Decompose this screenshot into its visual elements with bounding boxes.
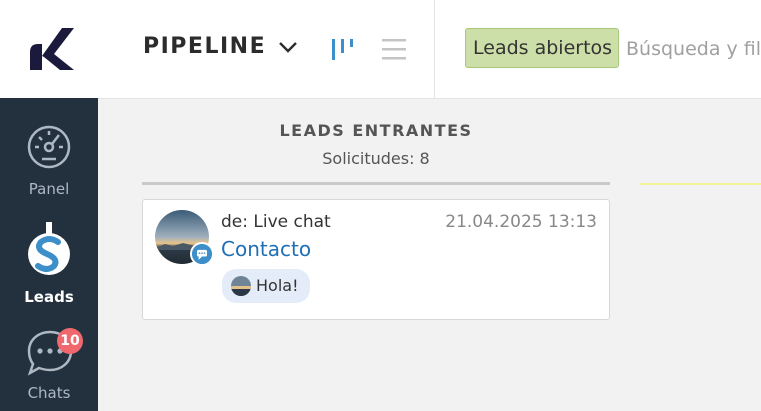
pipeline-dropdown[interactable]: PIPELINE xyxy=(143,34,298,59)
last-message-bubble[interactable]: Hola! xyxy=(222,269,311,303)
sidebar-item-label: Panel xyxy=(28,180,70,198)
header-divider xyxy=(434,0,435,98)
search-input[interactable] xyxy=(626,30,761,68)
dashboard-gauge-icon xyxy=(27,125,71,169)
column-count: Solicitudes: 8 xyxy=(322,149,430,168)
top-bar: PIPELINE Leads abiertos xyxy=(0,0,761,99)
board-view-icon[interactable] xyxy=(330,36,356,62)
chat-channel-icon xyxy=(190,242,214,266)
contact-link[interactable]: Contacto xyxy=(221,237,311,261)
lead-card[interactable]: de: Live chat 21.04.2025 13:13 Contacto … xyxy=(142,199,610,320)
last-message-text: Hola! xyxy=(256,276,299,295)
filter-chip-open-leads[interactable]: Leads abiertos xyxy=(465,28,620,68)
lead-source: de: Live chat xyxy=(221,212,331,232)
column-title: LEADS ENTRANTES xyxy=(279,121,473,140)
sidebar-item-label: Leads xyxy=(24,288,74,306)
next-column-divider xyxy=(640,183,761,185)
app-logo[interactable] xyxy=(28,26,74,72)
column-divider xyxy=(142,182,610,185)
message-avatar xyxy=(231,276,251,296)
chevron-down-icon xyxy=(279,41,297,53)
list-view-icon[interactable] xyxy=(381,36,407,62)
lead-date: 21.04.2025 13:13 xyxy=(445,212,597,232)
pipeline-label: PIPELINE xyxy=(143,34,267,59)
unread-badge: 10 xyxy=(57,328,83,354)
dollar-icon xyxy=(28,222,70,275)
sidebar-item-label: Chats xyxy=(27,384,71,402)
